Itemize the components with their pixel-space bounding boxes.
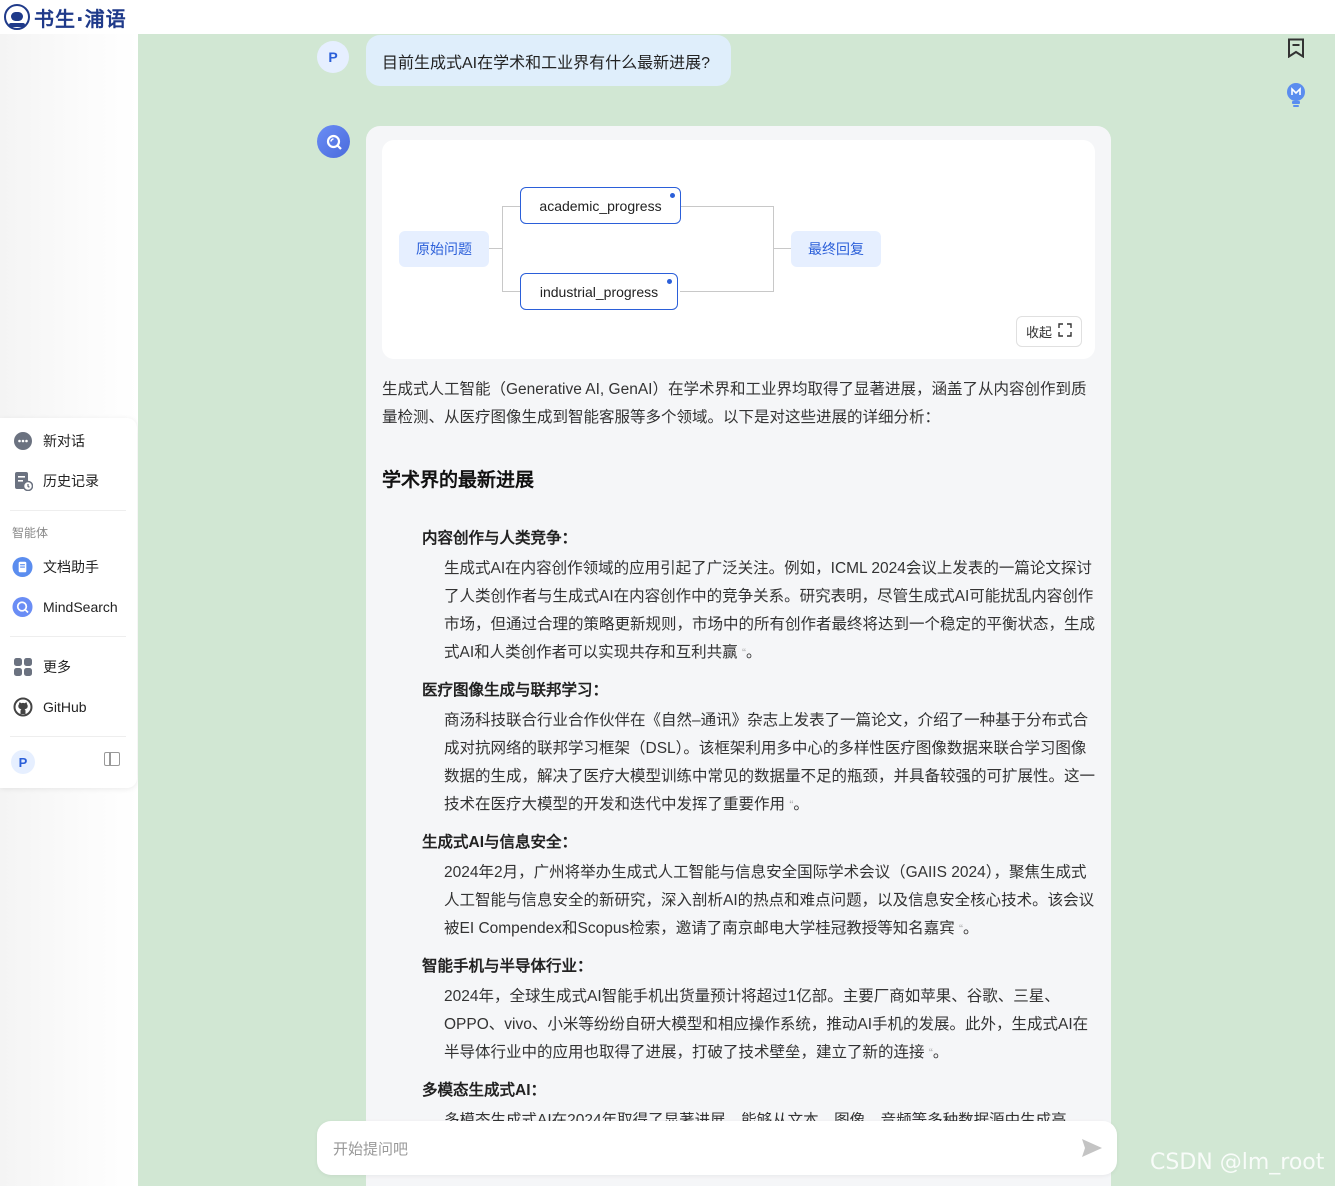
item-title: 生成式AI与信息安全： xyxy=(422,834,578,851)
user-avatar[interactable]: P xyxy=(11,750,35,774)
sidebar-item-label: MindSearch xyxy=(43,598,118,615)
logo-mascot-icon xyxy=(4,4,30,30)
graph-node-start[interactable]: 原始问题 xyxy=(399,231,489,267)
collapse-label: 收起 xyxy=(1025,325,1052,340)
document-assistant-icon xyxy=(12,556,33,577)
send-icon[interactable] xyxy=(1081,1138,1103,1162)
chat-input[interactable]: 开始提问吧 xyxy=(317,1121,1117,1175)
watermark: CSDN @lm_root xyxy=(1150,1150,1325,1175)
sidebar-item-mindsearch[interactable]: MindSearch xyxy=(12,596,118,617)
mindsearch-avatar-icon xyxy=(317,125,350,158)
item-tail: 。 xyxy=(932,1044,949,1061)
item-tail: 。 xyxy=(793,796,809,813)
collapse-graph-button[interactable]: 收起 xyxy=(1016,316,1082,347)
sidebar-item-label: 更多 xyxy=(43,658,71,675)
graph-edge xyxy=(680,206,774,292)
item-title: 智能手机与半导体行业： xyxy=(422,958,593,975)
item-title: 内容创作与人类竞争： xyxy=(422,530,578,547)
answer-intro: 生成式人工智能（Generative AI, GenAI）在学术界和工业界均取得… xyxy=(382,381,1087,426)
sidebar-item-github[interactable]: GitHub xyxy=(12,696,87,717)
graph-node-academic-progress[interactable]: academic_progress xyxy=(520,187,681,224)
item-body-text: 生成式AI在内容创作领域的应用引起了广泛关注。例如，ICML 2024会议上发表… xyxy=(444,560,1096,661)
sidebar-item-label: 文档助手 xyxy=(43,558,99,575)
user-question-bubble: 目前生成式AI在学术和工业界有什么最新进展? xyxy=(366,35,731,86)
graph-node-label: industrial_progress xyxy=(539,283,659,300)
node-status-dot xyxy=(667,279,672,284)
item-tail: 。 xyxy=(963,920,979,937)
grid-icon xyxy=(12,656,33,677)
sidebar-item-document-assistant[interactable]: 文档助手 xyxy=(12,556,99,577)
item-body-text: 2024年，全球生成式AI智能手机出货量预计将超过1亿部。主要厂商如苹果、谷歌、… xyxy=(444,988,1089,1061)
logo-text: 书生·浦语 xyxy=(34,6,127,31)
sidebar-item-label: GitHub xyxy=(43,698,87,715)
item-title: 多模态生成式AI： xyxy=(422,1082,547,1099)
lightbulb-icon[interactable] xyxy=(1285,82,1307,113)
section-heading: 学术界的最新进展 xyxy=(382,470,535,491)
chat-bubble-icon xyxy=(12,430,33,451)
sidebar-divider xyxy=(10,510,126,511)
graph-node-final[interactable]: 最终回复 xyxy=(791,231,881,267)
node-status-dot xyxy=(670,193,675,198)
sidebar-item-more[interactable]: 更多 xyxy=(12,656,71,677)
mindsearch-icon xyxy=(12,596,33,617)
sidebar-item-label: 历史记录 xyxy=(43,472,99,489)
sidebar-item-label: 新对话 xyxy=(43,432,85,449)
sidebar-section-label: 智能体 xyxy=(12,526,49,540)
graph-edge xyxy=(502,206,520,292)
item-body: 2024年，全球生成式AI智能手机出货量预计将超过1亿部。主要厂商如苹果、谷歌、… xyxy=(444,983,1096,1067)
answer-card: 原始问题 academic_progress industrial_progre… xyxy=(366,126,1111,1186)
graph-edge xyxy=(774,248,791,249)
user-message-avatar: P xyxy=(317,41,349,73)
collapse-icon xyxy=(1058,323,1072,340)
history-icon xyxy=(12,470,33,491)
github-icon xyxy=(12,696,33,717)
item-body: 2024年2月，广州将举办生成式人工智能与信息安全国际学术会议（GAIIS 20… xyxy=(444,859,1096,943)
app-logo[interactable]: 书生·浦语 xyxy=(0,0,138,34)
graph-node-label: academic_progress xyxy=(539,197,662,214)
sidebar-panel: 新对话 历史记录 智能体 文档助手 MindSearch 更多 GitHub P xyxy=(0,418,137,788)
sidebar-divider xyxy=(10,736,126,737)
bookmark-icon[interactable] xyxy=(1287,38,1305,63)
sidebar-item-new-chat[interactable]: 新对话 xyxy=(12,430,85,451)
item-tail: 。 xyxy=(745,644,762,661)
item-title: 医疗图像生成与联邦学习： xyxy=(422,682,609,699)
item-body-text: 商汤科技联合行业合作伙伴在《自然–通讯》杂志上发表了一篇论文，介绍了一种基于分布… xyxy=(444,712,1096,813)
item-body: 生成式AI在内容创作领域的应用引起了广泛关注。例如，ICML 2024会议上发表… xyxy=(444,555,1096,667)
chat-input-placeholder: 开始提问吧 xyxy=(333,1140,409,1158)
sidebar-item-history[interactable]: 历史记录 xyxy=(12,470,99,491)
graph-node-industrial-progress[interactable]: industrial_progress xyxy=(520,273,678,310)
item-body-text: 2024年2月，广州将举办生成式人工智能与信息安全国际学术会议（GAIIS 20… xyxy=(444,864,1095,937)
sidebar-divider xyxy=(10,636,126,637)
item-body: 商汤科技联合行业合作伙伴在《自然–通讯》杂志上发表了一篇论文，介绍了一种基于分布… xyxy=(444,707,1096,819)
sidebar-collapse-button[interactable] xyxy=(104,752,120,766)
search-graph: 原始问题 academic_progress industrial_progre… xyxy=(382,140,1095,359)
